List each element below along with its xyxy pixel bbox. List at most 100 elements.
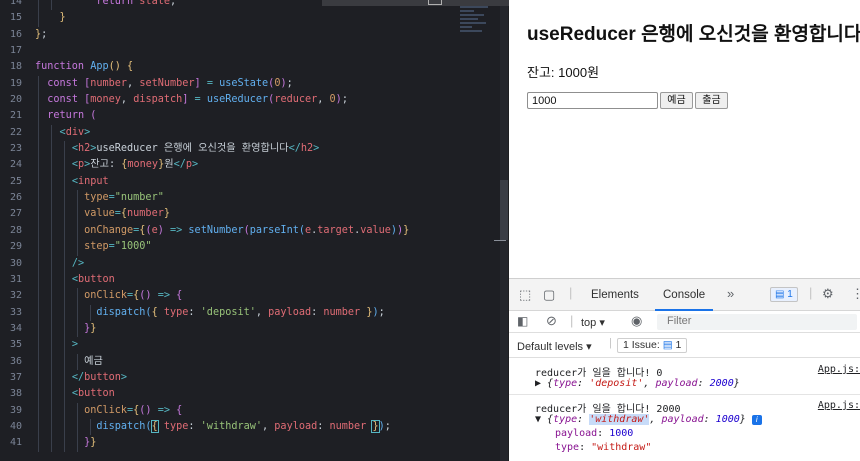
line-number: 26: [9, 192, 22, 204]
line-number: 21: [9, 110, 22, 122]
line-number: 33: [9, 306, 22, 318]
line-number: 23: [9, 143, 22, 155]
page-title: useReducer 은행에 오신것을 환영합니다: [527, 24, 860, 45]
tab-divider: |: [569, 285, 573, 300]
default-levels-dropdown[interactable]: Default levels ▾: [517, 340, 592, 353]
devtools-panel: ⬚ ▢ | Elements Console » ▤ 1 | ⚙ ⋮ ◧ ⊘ |…: [509, 278, 860, 461]
browser-viewport: useReducer 은행에 오신것을 환영합니다 잔고: 1000원 예금 출…: [509, 0, 860, 461]
code-line: const [number, setNumber] = useState(0);: [35, 75, 468, 93]
line-number: 22: [9, 126, 22, 138]
line-number: 37: [9, 371, 22, 383]
panel-resize-handle[interactable]: [494, 240, 506, 241]
toolbar-divider: |: [570, 313, 574, 328]
object-property-payload: payload: 1000: [555, 428, 634, 439]
amount-input[interactable]: [527, 92, 658, 109]
levels-divider: |: [609, 337, 612, 349]
code-line: dispatch({ type: 'deposit', payload: num…: [35, 304, 468, 321]
line-number: 40: [9, 420, 22, 432]
minimap[interactable]: [460, 0, 492, 50]
line-number: 30: [9, 257, 22, 269]
device-toolbar-icon[interactable]: ▢: [543, 287, 555, 303]
line-number: 29: [9, 241, 22, 253]
code-line: return (: [35, 108, 468, 125]
tab-elements[interactable]: Elements: [591, 289, 639, 301]
message-icon: ▤: [775, 289, 785, 300]
code-line: };: [35, 28, 48, 40]
code-line: <input: [35, 173, 468, 191]
log-message: reducer가 일을 합니다! 0: [535, 368, 663, 379]
code-line: <h2>useReducer 은행에 오신것을 환영합니다</h2>: [35, 141, 468, 158]
console-toolbar: ◧ ⊘ | top ▾ ◉ Filter: [509, 311, 860, 333]
line-number: 32: [9, 290, 22, 302]
line-number: 25: [9, 175, 22, 187]
line-number-gutter: 14 15 16 17 18 19 20 21 22 23 24 25 26 27 28 29 30 31 32 33…: [0, 0, 22, 452]
kebab-menu-icon[interactable]: ⋮: [851, 286, 860, 302]
code-line: <button: [35, 271, 468, 289]
clear-console-icon[interactable]: ⊘: [546, 313, 557, 329]
more-tabs-icon[interactable]: »: [727, 286, 734, 301]
log-message: reducer가 일을 합니다! 2000: [535, 404, 681, 415]
code-line: <p>잔고: {money}원</p>: [35, 157, 468, 174]
code-line: dispatch({ type: 'withdraw', payload: nu…: [35, 418, 468, 436]
code-editor[interactable]: 14 15 16 17 18 19 20 21 22 23 24 25 26 27 28 29 30 31 32 33…: [0, 0, 508, 461]
code-line: }}: [35, 435, 468, 452]
window-control-icon[interactable]: [428, 0, 442, 5]
balance-text: 잔고: 1000원: [527, 65, 600, 80]
filter-input[interactable]: Filter: [657, 314, 857, 330]
info-icon[interactable]: i: [751, 415, 762, 425]
code-line: <div>: [35, 124, 468, 142]
line-number: 16: [9, 28, 22, 40]
messages-badge[interactable]: ▤ 1: [770, 287, 798, 302]
code-line: onClick={() => {: [35, 402, 468, 419]
log-object-expanded[interactable]: ▼ {type: 'withdraw', payload: 1000} i: [535, 414, 762, 425]
code-line: type="number": [35, 190, 468, 207]
context-selector[interactable]: top ▾: [581, 316, 605, 329]
log-object-collapsed[interactable]: ▶ {type: 'deposit', payload: 2000}: [535, 378, 740, 389]
code-line: <button: [35, 386, 468, 403]
line-number: 38: [9, 388, 22, 400]
issue-message-icon: ▤: [662, 339, 673, 351]
code-line: />: [35, 255, 468, 272]
line-number: 39: [9, 404, 22, 416]
withdraw-button[interactable]: 출금: [695, 92, 728, 109]
line-number: 35: [9, 339, 22, 351]
line-number: 27: [9, 208, 22, 220]
sidebar-toggle-icon[interactable]: ◧: [517, 314, 528, 328]
issues-button[interactable]: 1 Issue: ▤ 1: [617, 338, 688, 353]
eye-icon[interactable]: ◉: [631, 313, 642, 329]
code-line: step="1000": [35, 239, 468, 256]
editor-scroll-thumb[interactable]: [500, 180, 508, 240]
log-source-link[interactable]: App.js:: [818, 400, 860, 411]
line-number: 20: [9, 94, 22, 106]
code-line: value={number}: [35, 206, 468, 223]
code-area[interactable]: return state; } }; function App() { cons…: [35, 0, 468, 452]
inspect-element-icon[interactable]: ⬚: [519, 287, 531, 303]
line-number: 36: [9, 355, 22, 367]
line-number: 18: [9, 61, 22, 73]
console-log-entry[interactable]: reducer가 일을 합니다! 2000 App.js: ▼ {type: '…: [509, 396, 860, 461]
line-number: 34: [9, 322, 22, 334]
console-levels-bar: Default levels ▾ | 1 Issue: ▤ 1: [509, 334, 860, 358]
line-number: 15: [9, 12, 22, 24]
code-line: function App() {: [35, 61, 134, 73]
code-line: const [money, dispatch] = useReducer(red…: [35, 92, 468, 109]
object-property-type: type: "withdraw": [555, 442, 652, 453]
code-line: onClick={() => {: [35, 288, 468, 305]
gear-icon[interactable]: ⚙: [822, 286, 834, 302]
line-number: 14: [9, 0, 22, 7]
editor-scrollbar[interactable]: [500, 0, 508, 461]
log-source-link[interactable]: App.js:: [818, 364, 860, 375]
console-log-entry[interactable]: reducer가 일을 합니다! 0 App.js: ▶ {type: 'dep…: [509, 359, 860, 395]
code-line: }}: [35, 320, 468, 338]
balance-value: 1000: [558, 65, 588, 80]
deposit-button[interactable]: 예금: [660, 92, 693, 109]
devtools-tab-bar: ⬚ ▢ | Elements Console » ▤ 1 | ⚙ ⋮: [509, 279, 860, 311]
tab-divider: |: [809, 285, 813, 300]
line-number: 31: [9, 273, 22, 285]
line-number: 28: [9, 224, 22, 236]
tab-console[interactable]: Console: [654, 289, 714, 311]
code-line: }: [35, 10, 468, 27]
line-number: 24: [9, 159, 22, 171]
window-top-strip: [322, 0, 520, 6]
